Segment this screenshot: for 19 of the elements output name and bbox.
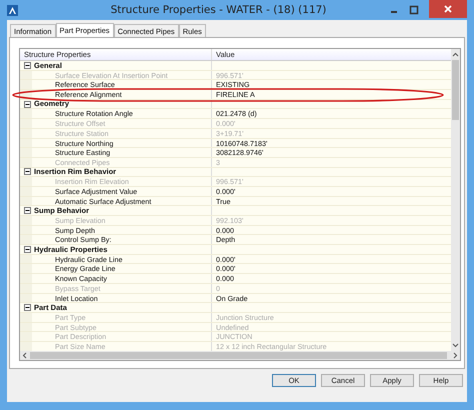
scroll-up-icon[interactable] <box>452 52 459 57</box>
collapse-icon[interactable] <box>24 168 31 176</box>
collapse-icon[interactable] <box>24 207 31 214</box>
scroll-thumb[interactable] <box>30 352 447 359</box>
close-icon <box>444 5 452 13</box>
scroll-thumb[interactable] <box>452 60 459 120</box>
app-icon <box>7 4 18 16</box>
collapse-icon[interactable] <box>24 100 31 108</box>
maximize-icon[interactable] <box>409 5 419 15</box>
scroll-right-icon[interactable] <box>453 352 458 359</box>
close-button[interactable] <box>429 0 467 18</box>
vertical-scrollbar[interactable] <box>451 49 460 351</box>
collapse-icon[interactable] <box>24 246 31 253</box>
scroll-down-icon[interactable] <box>452 343 459 348</box>
scroll-left-icon[interactable] <box>22 352 27 359</box>
collapse-icon[interactable] <box>24 62 31 69</box>
window-title: Structure Properties - WATER - (18) (117) <box>110 4 328 16</box>
collapse-icon[interactable] <box>24 304 31 312</box>
horizontal-scrollbar[interactable] <box>20 351 460 360</box>
